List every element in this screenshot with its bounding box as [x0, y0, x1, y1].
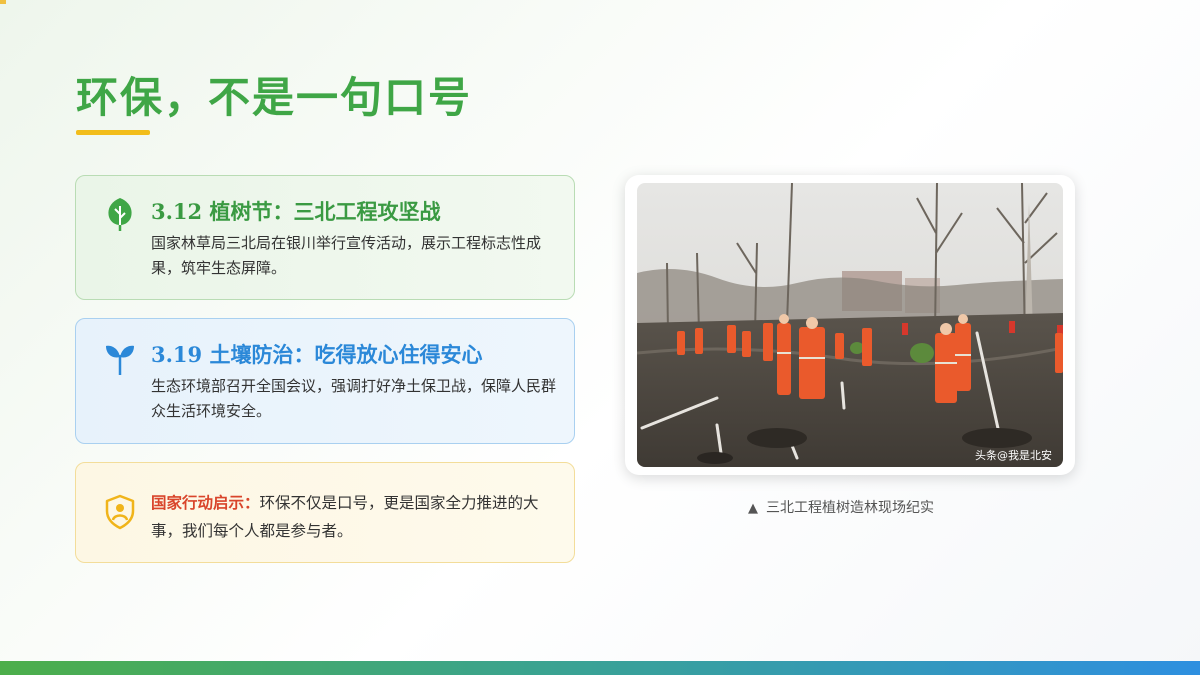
card-soil-protection: 3.19 土壤防治：吃得放心住得安心 生态环境部召开全国会议，强调打好净土保卫战…: [75, 318, 575, 444]
card-text: 国家行动启示：环保不仅是口号，更是国家全力推进的大事，我们每个人都是参与者。: [151, 489, 569, 545]
corner-accent: [0, 0, 6, 4]
page-title: 环保，不是一句口号: [76, 73, 473, 122]
photo-card: 头条@我是北安: [625, 175, 1075, 475]
photo-caption: ▲ 三北工程植树造林现场纪实: [748, 497, 934, 517]
shield-person-icon: [104, 494, 136, 530]
highlight-label: 国家行动启示：: [151, 493, 260, 512]
title-underline: [76, 130, 150, 135]
triangle-icon: ▲: [748, 501, 758, 516]
card-tree-planting: 3.12 植树节：三北工程攻坚战 国家林草局三北局在银川举行宣传活动，展示工程标…: [75, 175, 575, 300]
tree-icon: [104, 196, 136, 232]
bottom-gradient-bar: [0, 661, 1200, 675]
photo-watermark: 头条@我是北安: [975, 448, 1052, 462]
card-title: 3.19 土壤防治：吃得放心住得安心: [151, 342, 483, 367]
card-title: 3.12 植树节：三北工程攻坚战: [151, 199, 441, 224]
card-text: 国家林草局三北局在银川举行宣传活动，展示工程标志性成果，筑牢生态屏障。: [151, 234, 542, 277]
tree-planting-photo: 头条@我是北安: [637, 183, 1063, 467]
card-text: 生态环境部召开全国会议，强调打好净土保卫战，保障人民群众生活环境安全。: [151, 377, 557, 420]
sprout-icon: [104, 341, 136, 377]
card-national-action: 国家行动启示：环保不仅是口号，更是国家全力推进的大事，我们每个人都是参与者。: [75, 462, 575, 563]
caption-text: 三北工程植树造林现场纪实: [766, 500, 934, 516]
